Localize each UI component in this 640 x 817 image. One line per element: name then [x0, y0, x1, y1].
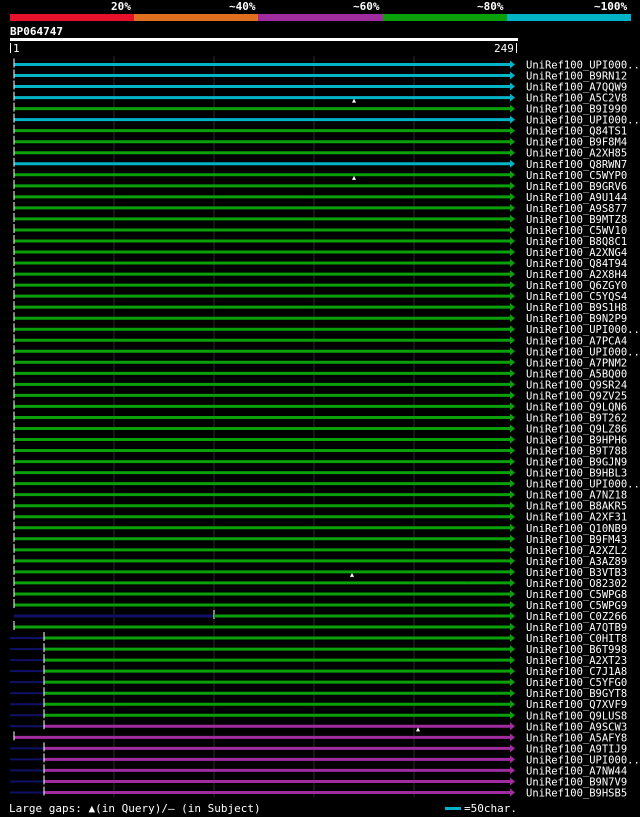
hit-end-arrow	[510, 645, 515, 654]
hit-end-arrow	[510, 446, 515, 455]
hit-end-arrow	[510, 545, 515, 554]
hit-end-arrow	[510, 259, 515, 268]
hit-end-arrow	[510, 104, 515, 113]
hit-end-arrow	[510, 236, 515, 245]
hit-end-arrow	[510, 214, 515, 223]
hit-end-arrow	[510, 148, 515, 157]
hit-end-arrow	[510, 402, 515, 411]
hit-end-arrow	[510, 766, 515, 775]
hit-end-arrow	[510, 60, 515, 69]
hit-end-arrow	[510, 578, 515, 587]
hit-end-arrow	[510, 225, 515, 234]
hit-end-arrow	[510, 534, 515, 543]
scale-key-label: =50char.	[464, 802, 517, 815]
hit-end-arrow	[510, 82, 515, 91]
hit-end-arrow	[510, 336, 515, 345]
hit-end-arrow	[510, 490, 515, 499]
hit-end-arrow	[510, 711, 515, 720]
hit-end-arrow	[510, 689, 515, 698]
hit-end-arrow	[510, 457, 515, 466]
hit-end-arrow	[510, 600, 515, 609]
hit-end-arrow	[510, 181, 515, 190]
hit-end-arrow	[510, 170, 515, 179]
hit-end-arrow	[510, 380, 515, 389]
hit-end-arrow	[510, 755, 515, 764]
hit-end-arrow	[510, 424, 515, 433]
hit-end-arrow	[510, 303, 515, 312]
hit-end-arrow	[510, 358, 515, 367]
hit-end-arrow	[510, 556, 515, 565]
hit-end-arrow	[510, 612, 515, 620]
hit-end-arrow	[510, 678, 515, 687]
hit-end-arrow	[510, 347, 515, 356]
large-gaps-legend: Large gaps: ▲(in Query)/— (in Subject)	[9, 802, 261, 815]
hit-end-arrow	[510, 700, 515, 709]
hit-end-arrow	[510, 656, 515, 665]
hit-end-arrow	[510, 512, 515, 521]
hit-end-arrow	[510, 391, 515, 400]
hit-end-arrow	[510, 634, 515, 643]
hit-end-arrow	[510, 523, 515, 532]
hit-end-arrow	[510, 589, 515, 598]
hit-end-arrow	[510, 115, 515, 124]
hit-end-arrow	[510, 248, 515, 257]
query-gap-marker	[350, 572, 354, 577]
hit-end-arrow	[510, 722, 515, 731]
hit-end-arrow	[510, 777, 515, 786]
hit-end-arrow	[510, 281, 515, 290]
hit-end-arrow	[510, 567, 515, 576]
scale-key-bar	[445, 807, 461, 810]
hit-end-arrow	[510, 314, 515, 323]
hit-end-arrow	[510, 126, 515, 135]
hit-end-arrow	[510, 479, 515, 488]
hit-end-arrow	[510, 270, 515, 279]
hit-label: UniRef100_B9HSB5	[526, 787, 627, 799]
hit-end-arrow	[510, 667, 515, 676]
hit-end-arrow	[510, 623, 515, 632]
query-gap-marker	[352, 175, 356, 180]
alignment-hits-chart: UniRef100_UPI000..UniRef100_B9RN12UniRef…	[10, 56, 640, 799]
hit-end-arrow	[510, 203, 515, 212]
hit-end-arrow	[510, 744, 515, 753]
hit-end-arrow	[510, 71, 515, 80]
hit-end-arrow	[510, 733, 515, 742]
hit-end-arrow	[510, 413, 515, 422]
hit-end-arrow	[510, 788, 515, 797]
hit-end-arrow	[510, 137, 515, 146]
hit-end-arrow	[510, 468, 515, 477]
hit-end-arrow	[510, 159, 515, 168]
hit-end-arrow	[510, 292, 515, 301]
hit-end-arrow	[510, 325, 515, 334]
query-gap-marker	[352, 98, 356, 103]
hit-end-arrow	[510, 435, 515, 444]
hit-end-arrow	[510, 192, 515, 201]
hit-end-arrow	[510, 369, 515, 378]
hit-end-arrow	[510, 501, 515, 510]
query-gap-marker	[416, 727, 420, 732]
hit-end-arrow	[510, 93, 515, 102]
